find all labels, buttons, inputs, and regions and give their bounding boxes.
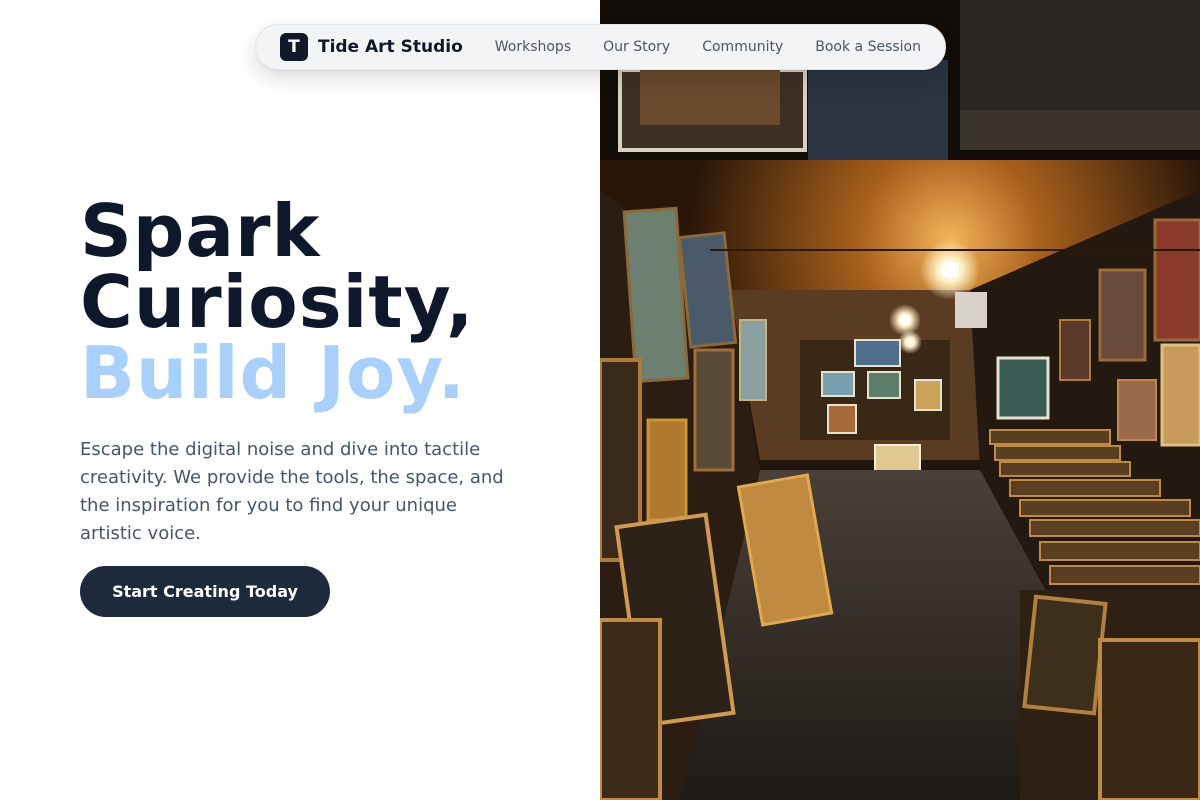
gallery-photo bbox=[600, 0, 1200, 800]
nav-link-workshops[interactable]: Workshops bbox=[495, 39, 571, 55]
hero-left-panel: Spark Curiosity, Build Joy. Escape the d… bbox=[0, 0, 600, 800]
nav-links: Workshops Our Story Community Book a Ses… bbox=[495, 39, 921, 55]
hero-heading: Spark Curiosity, Build Joy. bbox=[80, 189, 475, 415]
top-nav: T Tide Art Studio Workshops Our Story Co… bbox=[255, 24, 946, 70]
hero-title-accent: Build Joy. bbox=[80, 331, 467, 415]
nav-link-our-story[interactable]: Our Story bbox=[603, 39, 670, 55]
nav-link-community[interactable]: Community bbox=[702, 39, 783, 55]
brand-name[interactable]: Tide Art Studio bbox=[318, 37, 463, 57]
nav-link-book-a-session[interactable]: Book a Session bbox=[815, 39, 921, 55]
hero-title-line-1: Spark bbox=[80, 189, 321, 273]
gallery-photo-illustration bbox=[600, 0, 1200, 800]
hero-subtitle: Escape the digital noise and dive into t… bbox=[80, 439, 504, 544]
hero-title-line-2: Curiosity, bbox=[80, 260, 475, 344]
logo-icon[interactable]: T bbox=[280, 33, 308, 61]
start-creating-button[interactable]: Start Creating Today bbox=[80, 566, 330, 617]
